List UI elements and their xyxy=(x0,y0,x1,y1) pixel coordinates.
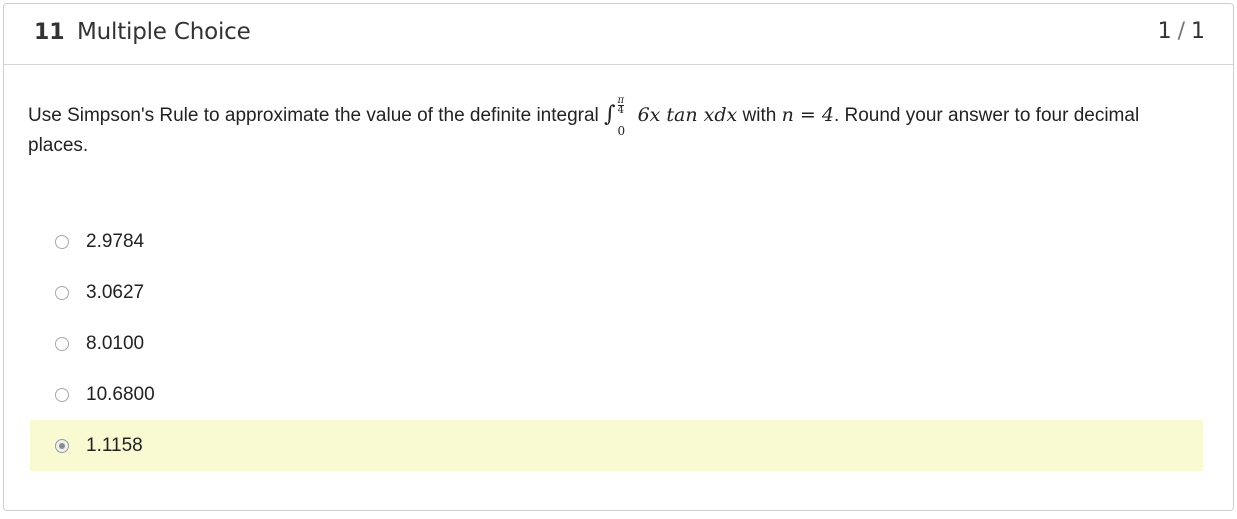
question-type: Multiple Choice xyxy=(77,19,251,45)
score-separator: / xyxy=(1177,19,1185,44)
answer-option-label: 8.0100 xyxy=(86,332,145,354)
answer-option[interactable]: 3.0627 xyxy=(30,267,1203,318)
answer-option-label: 1.1158 xyxy=(86,434,143,456)
question-score: 1/1 xyxy=(1158,19,1205,44)
radio-button[interactable] xyxy=(55,336,69,351)
integral-limits: π4 0 xyxy=(616,96,632,138)
score-earned: 1 xyxy=(1157,19,1172,44)
answer-options: 2.9784 3.0627 8.0100 10.6800 1.1158 xyxy=(30,216,1203,471)
integral-lower-limit: 0 xyxy=(617,124,626,138)
upper-limit-denominator: 4 xyxy=(617,105,624,116)
integral-sign: ∫ xyxy=(604,102,616,127)
radio-button[interactable] xyxy=(55,387,69,402)
question-header: 11 Multiple Choice 1/1 xyxy=(4,4,1233,65)
score-total: 1 xyxy=(1191,19,1205,44)
integrand: 6x tan xdx xyxy=(637,104,738,126)
answer-option[interactable]: 8.0100 xyxy=(30,318,1203,369)
prompt-text-before: Use Simpson's Rule to approximate the va… xyxy=(28,105,605,126)
radio-button-checked[interactable] xyxy=(55,438,69,453)
answer-option-label: 10.6800 xyxy=(86,383,155,405)
answer-option[interactable]: 10.6800 xyxy=(30,369,1203,420)
radio-button[interactable] xyxy=(55,285,69,300)
prompt-text-middle: with xyxy=(737,105,782,126)
integral-expression: ∫ π 4 0 6x tan xdx xyxy=(604,96,738,139)
answer-option-label: 3.0627 xyxy=(86,281,145,303)
answer-option-label: 2.9784 xyxy=(86,230,145,252)
answer-option[interactable]: 2.9784 xyxy=(30,216,1203,267)
radio-button[interactable] xyxy=(55,234,69,249)
answer-option-selected[interactable]: 1.1158 xyxy=(30,420,1203,471)
condition-expression: n = 4 xyxy=(781,104,834,126)
question-prompt: Use Simpson's Rule to approximate the va… xyxy=(28,96,1198,161)
integral-upper-limit: π4 xyxy=(617,96,625,116)
question-number: 11 xyxy=(34,20,65,45)
